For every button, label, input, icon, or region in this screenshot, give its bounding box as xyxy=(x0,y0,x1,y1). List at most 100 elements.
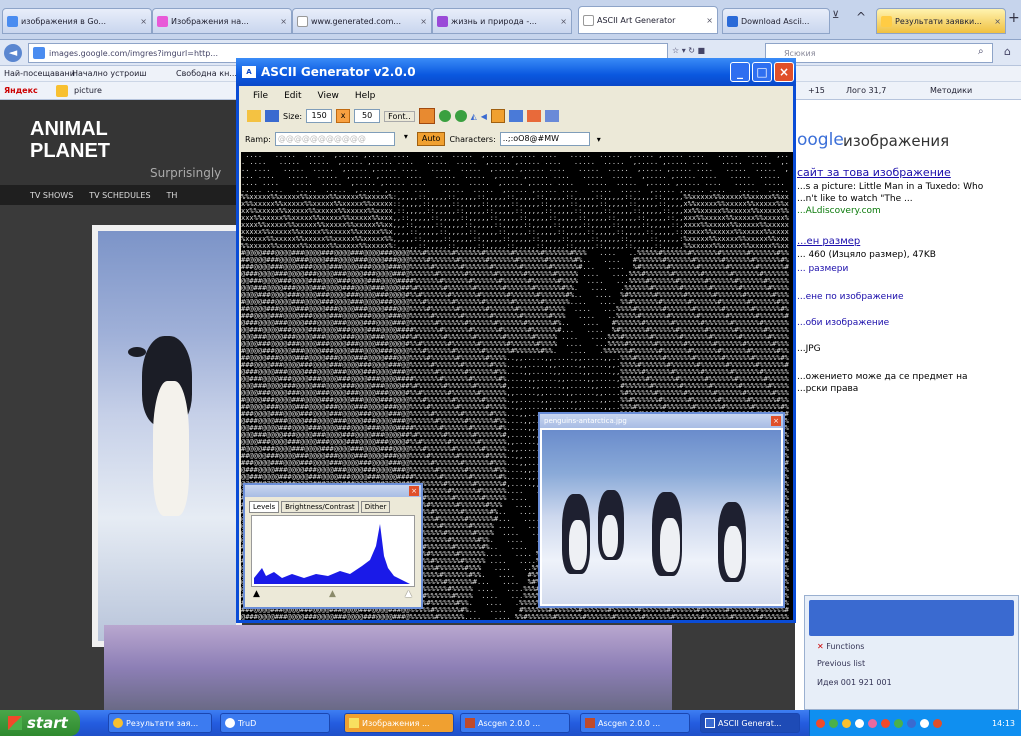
font-button[interactable]: Font.. xyxy=(384,110,415,122)
menu-edit[interactable]: Edit xyxy=(284,91,301,101)
bookmark-item[interactable]: Най-посещавани xyxy=(4,69,75,78)
link-fullsize[interactable]: ...ен размер xyxy=(797,236,860,247)
taskbar-item[interactable]: Результати зая... xyxy=(108,713,212,733)
link-sizes[interactable]: ... размери xyxy=(797,264,848,274)
nav-link[interactable]: TH xyxy=(167,191,178,200)
search-input[interactable]: Ясюкия xyxy=(765,43,993,63)
lock-ratio-toggle[interactable]: x xyxy=(336,109,351,123)
brush-icon[interactable] xyxy=(418,108,435,124)
tab-1[interactable]: Изображения на... × xyxy=(152,8,292,34)
taskbar-item[interactable]: ASCII Generat... xyxy=(700,713,800,733)
close-button[interactable]: × xyxy=(774,62,794,82)
bookmark-item[interactable]: Начално устроиш xyxy=(72,69,147,78)
window-min-icon[interactable]: ⊻ xyxy=(832,10,850,28)
rotate-left-icon[interactable] xyxy=(438,110,451,122)
rotate-right-icon[interactable] xyxy=(454,110,467,122)
tab-close-icon[interactable]: × xyxy=(706,16,713,25)
link-similar[interactable]: ...оби изображение xyxy=(797,318,889,328)
tab-close-icon[interactable]: × xyxy=(560,17,567,26)
taskbar-item[interactable]: Ascgen 2.0.0 ... xyxy=(460,713,570,733)
yandex-query[interactable]: picture xyxy=(74,86,102,95)
settings-icon[interactable] xyxy=(544,110,559,122)
tray-icon[interactable] xyxy=(881,718,890,728)
tray-icon[interactable] xyxy=(868,718,877,728)
toolbar-item[interactable]: Лого 31,7 xyxy=(846,86,886,95)
preview-titlebar[interactable]: penguins-antarctica.jpg × xyxy=(540,414,783,428)
toolbar-item[interactable]: Методики xyxy=(930,86,972,95)
tray-icon[interactable] xyxy=(855,718,864,728)
minimize-button[interactable]: _ xyxy=(730,62,750,82)
menu-help[interactable]: Help xyxy=(355,91,376,101)
tray-icon[interactable] xyxy=(933,718,942,728)
nav-link[interactable]: TV SHOWS xyxy=(30,191,73,200)
nav-link[interactable]: TV SCHEDULES xyxy=(89,191,150,200)
tab-close-icon[interactable]: × xyxy=(994,17,1001,26)
start-button[interactable]: start xyxy=(0,710,80,736)
link-search-by-image[interactable]: ...ене по изображение xyxy=(797,292,904,302)
tab-close-icon[interactable]: × xyxy=(280,17,287,26)
tab-close-icon[interactable]: × xyxy=(140,17,147,26)
auto-button[interactable]: Auto xyxy=(416,132,446,146)
colour-icon[interactable] xyxy=(526,110,541,122)
tray-icon[interactable] xyxy=(894,718,903,728)
taskbar-item[interactable]: Ascgen 2.0.0 ... xyxy=(580,713,690,733)
midpoint-slider[interactable]: ▲ xyxy=(329,589,336,599)
back-icon[interactable]: ◄ xyxy=(4,44,22,62)
search-icon[interactable]: ⌕ xyxy=(978,46,984,57)
menu-file[interactable]: File xyxy=(253,91,268,101)
black-point-slider[interactable]: ▲ xyxy=(253,589,260,599)
preview-image[interactable] xyxy=(542,430,781,604)
link-site[interactable]: сайт за това изображение xyxy=(797,166,951,179)
taskbar-item[interactable]: Изображения ... xyxy=(344,713,454,733)
white-point-slider[interactable]: ▲ xyxy=(405,589,412,599)
tab-close-icon[interactable]: × xyxy=(420,17,427,26)
menu-view[interactable]: View xyxy=(318,91,339,101)
tab-2[interactable]: www.generated.com... × xyxy=(292,8,432,34)
tab-dither[interactable]: Dither xyxy=(360,501,391,513)
open-icon[interactable] xyxy=(247,110,261,122)
tray-icon[interactable] xyxy=(907,718,916,728)
window-titlebar[interactable]: A ASCII Generator v2.0.0 _ □ × xyxy=(236,58,796,86)
flip-h-icon[interactable]: ◭ xyxy=(471,112,477,121)
penguin-photo[interactable] xyxy=(98,231,236,641)
notification-line[interactable]: ✕ Functions xyxy=(805,640,1018,653)
tab-5[interactable]: Download Ascii... xyxy=(722,8,830,34)
tray-icon[interactable] xyxy=(842,718,851,728)
tab-brightness-contrast[interactable]: Brightness/Contrast xyxy=(281,501,359,513)
ramp-dropdown-icon[interactable]: ▾ xyxy=(399,132,413,146)
tab-levels[interactable]: Levels xyxy=(249,501,280,513)
width-input[interactable]: 150 xyxy=(306,109,333,123)
tray-icon[interactable] xyxy=(829,718,838,728)
tab-3[interactable]: жизнь и природа -... × xyxy=(432,8,572,34)
characters-dropdown-icon[interactable]: ▾ xyxy=(594,135,604,144)
home-icon[interactable]: ⌂ xyxy=(1004,45,1011,58)
taskbar-item[interactable]: TruD xyxy=(220,713,330,733)
notification-line[interactable]: Previous list xyxy=(805,653,1018,674)
maximize-button[interactable]: □ xyxy=(752,62,772,82)
tab-0[interactable]: изображения в Go... × xyxy=(2,8,152,34)
toolbar-item[interactable]: +15 xyxy=(808,86,825,95)
levels-close-button[interactable]: × xyxy=(409,486,419,496)
result-url[interactable]: ...ALdiscovery.com xyxy=(797,206,881,216)
close-icon[interactable]: ✕ xyxy=(817,642,826,651)
tab-6[interactable]: Результати заявки... × xyxy=(876,8,1006,34)
levels-icon[interactable] xyxy=(490,109,505,123)
tray-icon[interactable] xyxy=(816,718,825,728)
preview-close-button[interactable]: × xyxy=(771,416,781,426)
animal-planet-logo[interactable]: ANIMAL PLANET xyxy=(30,118,110,178)
new-tab-button[interactable]: + xyxy=(1008,10,1020,26)
flip-v-icon[interactable]: ◀ xyxy=(481,112,487,121)
yandex-logo[interactable]: Яндекс xyxy=(4,86,38,95)
levels-titlebar[interactable]: × xyxy=(245,485,421,497)
tab-4[interactable]: ASCII Art Generator × xyxy=(578,6,718,34)
window-max-icon[interactable]: ^ xyxy=(856,10,874,28)
tray-icon[interactable] xyxy=(920,718,929,728)
notification-header[interactable] xyxy=(809,600,1014,636)
preview-icon[interactable] xyxy=(508,110,523,122)
ramp-input[interactable]: @@@@@@@@@@@ xyxy=(274,132,395,146)
google-logo[interactable]: oogle xyxy=(797,130,844,150)
clock[interactable]: 14:13 xyxy=(992,719,1015,728)
bookmark-item[interactable]: Свободна кн... xyxy=(176,69,237,78)
height-input[interactable]: 50 xyxy=(354,109,381,123)
characters-input[interactable]: ..;:oO8@#MW xyxy=(499,132,590,146)
